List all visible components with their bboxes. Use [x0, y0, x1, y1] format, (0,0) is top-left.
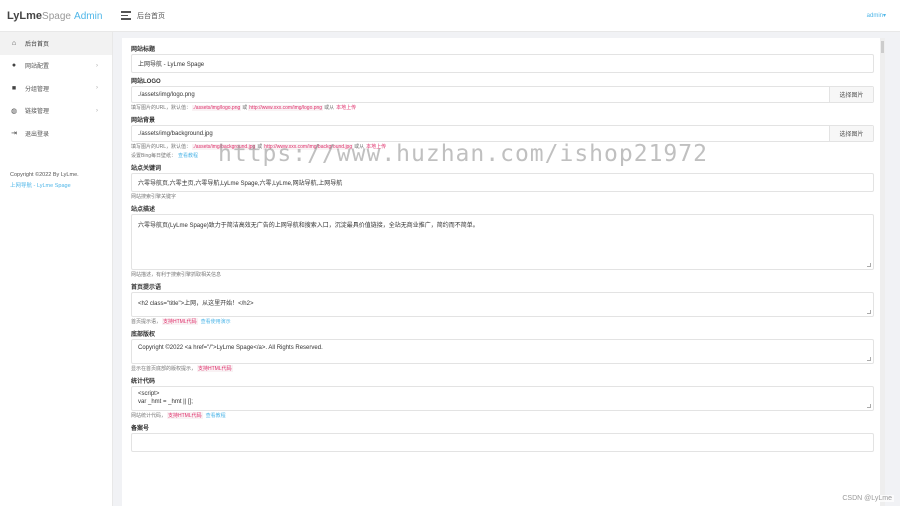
site-title-label: 网站标题 [131, 47, 156, 53]
site-logo-field: ./assets/img/logo.png 选择图片 [131, 86, 874, 103]
description-help: 网站描述，有利于搜索引擎抓取相关信息 [131, 272, 222, 278]
bing-tutorial-link[interactable]: 查看教程 [178, 152, 198, 159]
background-select-image-button[interactable]: 选择图片 [829, 126, 873, 141]
keywords-help: 网站搜索引擎关键字 [131, 194, 177, 200]
stats-code-line: <script> [138, 391, 160, 397]
top-bar: LyLmeSpage Admin 后台首页 admin▾ [0, 0, 900, 32]
stats-code-help: 网站统计代码， 支持HTML代码 查看教程 [131, 411, 875, 420]
footer-copyright-label: 底部版权 [131, 332, 156, 338]
chevron-down-icon: ▾ [882, 13, 886, 19]
html-support-badge: 支持HTML代码 [162, 318, 198, 325]
sidebar-item-0[interactable]: ⌂ 后台首页 [0, 32, 112, 55]
site-logo-label: 网站LOGO [131, 79, 161, 85]
home-tip-label: 首页提示语 [131, 285, 162, 291]
description-text: 六零导航页(LyLme Spage)致力于简洁高效无广告的上网导航和搜索入口，沉… [138, 223, 479, 229]
help-text: 填写图片的URL，默认值： [131, 105, 192, 111]
stats-code-label: 统计代码 [131, 379, 156, 385]
breadcrumb: 后台首页 [137, 12, 165, 20]
keywords-input[interactable]: 六零导航页,六零主页,六零导航,LyLme Spage,六零,LyLme,网站导… [131, 173, 874, 192]
sidebar: ⌂ 后台首页 ● 网站配置 › ■ 分组管理 › ◍ 链接管理 › ⇥ 退出登录 Copyright ©… [0, 32, 113, 506]
sidebar-item-label: 网站配置 [25, 64, 50, 71]
settings-panel: 网站标题 上网导航 - LyLme Spage 网站LOGO ./assets/… [122, 38, 885, 506]
help-text: 显示在首页底部的版权提示， [131, 366, 197, 372]
menu-toggle-icon[interactable] [121, 9, 131, 22]
stats-tutorial-link[interactable]: 查看教程 [206, 412, 226, 419]
user-menu[interactable]: admin▾ [867, 12, 886, 19]
stats-code-line: var _hmt = _hmt || []; [138, 399, 193, 405]
help-text: 首页提示语， [131, 319, 162, 325]
stats-code-textarea[interactable]: <script> var _hmt = _hmt || []; [131, 386, 874, 411]
sidebar-item-label: 链接管理 [25, 109, 50, 116]
sidebar-item-label: 后台首页 [25, 41, 50, 48]
logo-text-lylme: LyLme [7, 9, 43, 22]
site-title-input[interactable]: 上网导航 - LyLme Spage [131, 54, 874, 73]
home-icon: ⌂ [11, 39, 17, 47]
resize-handle-icon[interactable] [867, 404, 871, 408]
site-logo-help: 填写图片的URL，默认值： ./assets/img/logo.png 或 ht… [131, 103, 875, 112]
site-background-label: 网站背景 [131, 118, 156, 124]
home-tip-textarea[interactable]: <h2 class="title">上网，从这里开始！</h2> [131, 292, 874, 317]
palette-icon: ● [11, 62, 17, 70]
home-tip-demo-link[interactable]: 查看使用演示 [201, 318, 231, 325]
help-text: 填写图片的URL，默认值： [131, 144, 192, 150]
help-text: 设置Bing每日壁纸： [131, 153, 177, 159]
sidebar-item-label: 分组管理 [25, 86, 50, 93]
resize-handle-icon[interactable] [867, 357, 871, 361]
description-label: 站点描述 [131, 207, 156, 213]
html-support-badge: 支持HTML代码 [197, 365, 233, 372]
user-name: admin [866, 13, 883, 19]
chevron-right-icon: › [96, 107, 98, 114]
sidebar-item-1[interactable]: ● 网站配置 › [0, 55, 112, 78]
resize-handle-icon[interactable] [867, 263, 871, 267]
sidebar-copyright: Copyright ©2022 By LyLme. 上网导航 - LyLme S… [10, 170, 79, 192]
footer-copyright-help: 显示在首页底部的版权提示， 支持HTML代码 [131, 364, 875, 373]
logo-text-spage: Spage [42, 10, 71, 22]
logo-text-admin: Admin [74, 10, 103, 22]
help-text: 网站统计代码， [131, 413, 167, 419]
icp-input[interactable] [131, 433, 874, 452]
icp-label: 备案号 [131, 426, 150, 432]
chevron-right-icon: › [96, 62, 98, 69]
site-background-field: ./assets/img/background.jpg 选择图片 [131, 125, 874, 142]
footer-copyright-text: Copyright ©2022 <a href="/">LyLme Spage<… [138, 345, 323, 351]
description-textarea[interactable]: 六零导航页(LyLme Spage)致力于简洁高效无广告的上网导航和搜索入口，沉… [131, 214, 874, 270]
copyright-text: Copyright ©2022 By LyLme. [10, 172, 79, 178]
folder-icon: ■ [11, 84, 17, 92]
home-tip-text: <h2 class="title">上网，从这里开始！</h2> [138, 301, 254, 307]
logo-select-image-button[interactable]: 选择图片 [829, 87, 873, 102]
copyright-site-link[interactable]: 上网导航 - LyLme Spage [10, 181, 79, 192]
watermark: https://www.huzhan.com/ishop21972 [218, 141, 708, 167]
chevron-right-icon: › [96, 85, 98, 92]
sidebar-item-3[interactable]: ◍ 链接管理 › [0, 100, 112, 123]
help-text: 或从 [324, 105, 335, 111]
logo[interactable]: LyLmeSpage Admin [0, 10, 113, 22]
sidebar-nav: ⌂ 后台首页 ● 网站配置 › ■ 分组管理 › ◍ 链接管理 › ⇥ 退出登录 [0, 32, 112, 145]
content-scrollbar[interactable] [880, 38, 885, 506]
home-tip-help: 首页提示语， 支持HTML代码 查看使用演示 [131, 317, 875, 326]
csdn-watermark: CSDN @LyLme [840, 495, 894, 502]
globe-icon: ◍ [10, 107, 18, 115]
sidebar-item-2[interactable]: ■ 分组管理 › [0, 77, 112, 100]
html-support-badge: 支持HTML代码 [167, 412, 203, 419]
footer-copyright-textarea[interactable]: Copyright ©2022 <a href="/">LyLme Spage<… [131, 339, 874, 364]
resize-handle-icon[interactable] [867, 310, 871, 314]
logout-icon: ⇥ [11, 130, 17, 138]
help-text: 或 [242, 105, 248, 111]
sidebar-item-4[interactable]: ⇥ 退出登录 [0, 122, 112, 145]
help-code: ./assets/img/logo.png [192, 104, 242, 111]
help-code: http://www.xxx.com/img/logo.png [248, 104, 324, 111]
site-background-input[interactable]: ./assets/img/background.jpg [132, 131, 829, 137]
sidebar-item-label: 退出登录 [25, 131, 50, 138]
logo-upload-link[interactable]: 本地上传 [336, 104, 356, 111]
site-logo-input[interactable]: ./assets/img/logo.png [132, 92, 829, 98]
